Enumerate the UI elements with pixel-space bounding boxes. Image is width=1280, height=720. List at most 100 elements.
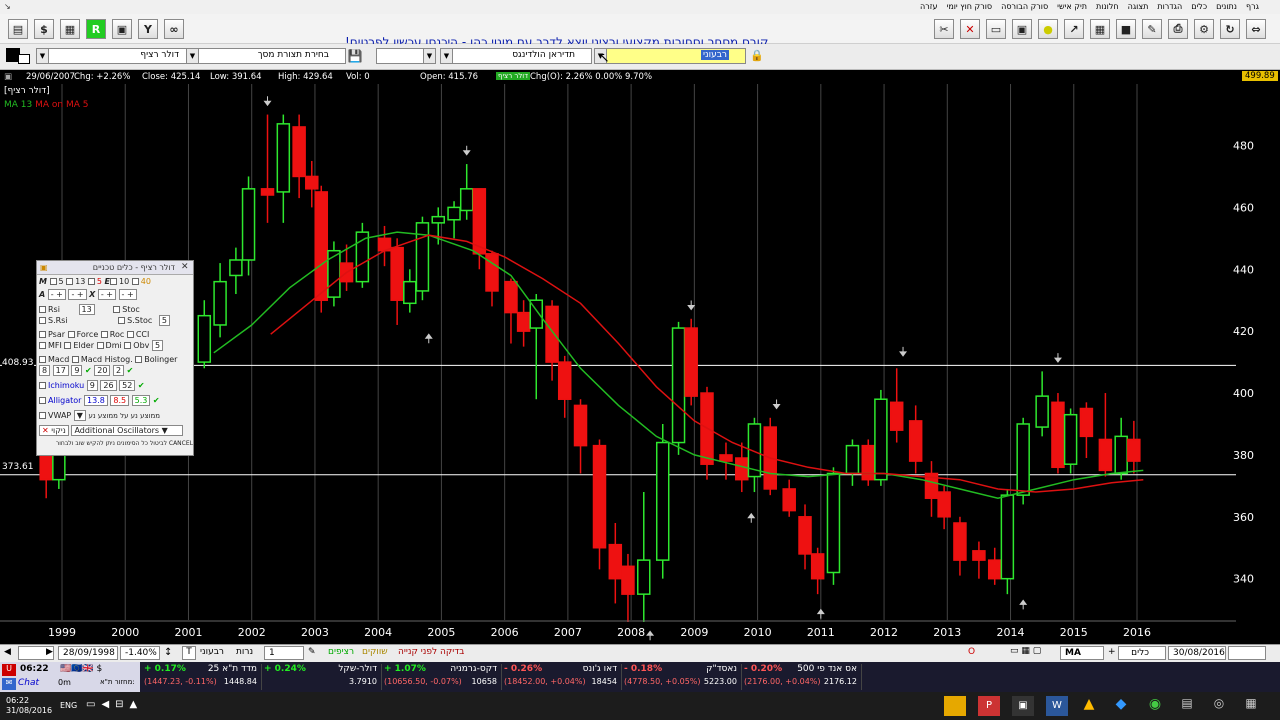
color-swatch-bg-icon[interactable] xyxy=(18,54,30,64)
date-from-select[interactable]: 28/09/1998 xyxy=(58,646,118,660)
drive-icon[interactable]: ▲ xyxy=(1078,696,1100,716)
bolinger-checkbox[interactable] xyxy=(135,356,143,363)
stepper-4[interactable]: - + xyxy=(118,289,137,300)
num-select[interactable]: 1 xyxy=(264,646,304,660)
menu-item-5[interactable]: חלונות xyxy=(1096,2,1119,14)
elder-checkbox[interactable] xyxy=(64,342,72,349)
ticker-item[interactable]: + 0.17% מדד ת"א 25 (1447.23, -0.11%) 1448.8… xyxy=(142,664,262,690)
stepper-2[interactable]: - + xyxy=(68,289,87,300)
lightbulb-icon[interactable]: ● xyxy=(1038,19,1058,39)
menu-item-6[interactable]: תיק אישי xyxy=(1057,2,1087,14)
lang-indicator[interactable]: ENG xyxy=(60,701,77,710)
macd-slow-input[interactable]: 17 xyxy=(52,365,69,376)
vwap-checkbox[interactable] xyxy=(39,412,46,419)
r-icon[interactable]: R xyxy=(86,19,106,39)
alligator-v1-input[interactable]: 13.8 xyxy=(84,395,108,406)
app-icon-2[interactable]: ▤ xyxy=(1176,696,1198,716)
lock-icon[interactable]: 🔒 xyxy=(750,49,764,62)
ticker-item[interactable]: - 0.20% אס אנד פי 500 (2176.00, +0.04%) 217… xyxy=(742,664,862,690)
terminal-icon[interactable]: ▣ xyxy=(1012,696,1034,716)
edit-icon[interactable]: ✎ xyxy=(1142,19,1162,39)
ma2-value[interactable]: 13 xyxy=(75,277,85,286)
stoc-input[interactable]: 5 xyxy=(158,315,170,326)
ticker-item[interactable]: + 0.24% דולר-שקל 3.7910 xyxy=(262,664,382,690)
ticker-item[interactable]: + 1.07% דקס-גרמניה (10656.50, -0.07%) 10658 xyxy=(382,664,502,690)
menu-item-1[interactable]: נתונים xyxy=(1216,2,1237,14)
stoc-checkbox[interactable] xyxy=(113,306,121,313)
oscillators-select[interactable]: Additional Oscillators ▼ xyxy=(71,425,184,436)
boll-apply-icon[interactable]: ✔ xyxy=(127,366,134,375)
powerpoint-icon[interactable]: P xyxy=(978,696,1000,716)
candles-label[interactable]: נרות xyxy=(236,647,253,657)
period-label[interactable]: רבעוני xyxy=(200,647,224,657)
alligator-checkbox[interactable] xyxy=(39,397,46,404)
ichimoku-v3-input[interactable]: 52 xyxy=(119,380,136,391)
e2-value[interactable]: 40 xyxy=(141,277,151,286)
tab-precheck[interactable]: בדיקה לפני קנייה xyxy=(398,647,464,657)
currency-select[interactable]: ▼ דולר רציף xyxy=(36,48,196,64)
pct-input[interactable]: -1.40% xyxy=(120,646,160,660)
close-icon[interactable]: ✕ xyxy=(960,19,980,39)
tray-icons[interactable]: ▭◀⊟▲ xyxy=(86,699,143,710)
macd-checkbox[interactable] xyxy=(39,356,46,363)
flags-icon[interactable]: 🇺🇸🇪🇺🇬🇧 $ xyxy=(60,664,102,674)
ichimoku-apply-icon[interactable]: ✔ xyxy=(138,381,145,390)
chart-icon[interactable]: ↗ xyxy=(1064,19,1084,39)
tools-select[interactable]: כלים xyxy=(1118,646,1166,660)
zoom-plus-icon[interactable]: + xyxy=(1108,647,1116,657)
infinity-icon[interactable]: ∞ xyxy=(164,19,184,39)
stepper-3[interactable]: - + xyxy=(97,289,116,300)
monitor-icon[interactable]: ▣ xyxy=(1012,19,1032,39)
macd-hist-checkbox[interactable] xyxy=(71,356,79,363)
tools-icon[interactable]: ✂ xyxy=(934,19,954,39)
e1-checkbox[interactable] xyxy=(110,278,117,285)
ichimoku-v2-input[interactable]: 26 xyxy=(100,380,117,391)
screen-config-select[interactable]: ▼ בחירת תצורת מסך xyxy=(186,48,346,64)
cci-checkbox[interactable] xyxy=(126,331,134,338)
window-icon[interactable]: ▭ xyxy=(986,19,1006,39)
dollar-icon[interactable]: $ xyxy=(34,19,54,39)
instrument-select[interactable]: ▼ תדיראן הולדינגס xyxy=(440,48,592,64)
scroll-left-icon[interactable]: ◀ xyxy=(4,647,16,659)
ticker-item[interactable]: - 0.26% דאו ג'ונס (18452.00, +0.04%) 18454 xyxy=(502,664,622,690)
tab-markets[interactable]: שווקים xyxy=(362,647,388,657)
save-icon[interactable]: 💾 xyxy=(346,49,364,65)
refresh-icon[interactable]: ↻ xyxy=(1220,19,1240,39)
pencil-icon[interactable]: ✎ xyxy=(308,647,316,657)
scroll-right-icon[interactable]: ▶ xyxy=(46,647,53,657)
settings-icon[interactable]: ⚙ xyxy=(1194,19,1214,39)
chat-label[interactable]: Chat xyxy=(18,678,39,688)
vwap-select[interactable]: ▼ xyxy=(73,410,86,421)
ma2-checkbox[interactable] xyxy=(66,278,74,285)
macd-fast-input[interactable]: 8 xyxy=(39,365,51,376)
panel-close-icon[interactable]: ✕ xyxy=(181,262,189,272)
blank-select[interactable]: ▼ xyxy=(376,48,436,64)
menu-item-4[interactable]: תצוגה xyxy=(1128,2,1149,14)
e1-value[interactable]: 10 xyxy=(119,277,129,286)
explorer-icon[interactable] xyxy=(944,696,966,716)
date-to-select[interactable]: 30/08/2016 xyxy=(1168,646,1226,660)
tab-continuous[interactable]: רציפים xyxy=(328,647,354,657)
mfi-checkbox[interactable] xyxy=(39,342,46,349)
cci-input[interactable]: 5 xyxy=(151,340,164,351)
word-icon[interactable]: W xyxy=(1046,696,1068,716)
alligator-v2-input[interactable]: 8.5 xyxy=(110,395,130,406)
roc-checkbox[interactable] xyxy=(100,331,108,338)
ma3-value[interactable]: 5 xyxy=(97,277,102,286)
app-icon-4[interactable]: ▦ xyxy=(1240,696,1262,716)
alligator-apply-icon[interactable]: ✔ xyxy=(153,396,160,405)
ichimoku-v1-input[interactable]: 9 xyxy=(86,380,98,391)
print-icon[interactable]: ⎙ xyxy=(1168,19,1188,39)
e2-checkbox[interactable] xyxy=(131,278,139,285)
ma1-value[interactable]: 5 xyxy=(59,277,64,286)
updown-icon[interactable]: ↕ xyxy=(164,647,172,658)
macd-apply-icon[interactable]: ✔ xyxy=(85,366,92,375)
briefcase-icon[interactable]: ▣ xyxy=(112,19,132,39)
obv-checkbox[interactable] xyxy=(124,342,132,349)
menu-item-3[interactable]: הגדרות xyxy=(1157,2,1182,14)
t-button[interactable]: T xyxy=(182,646,196,660)
grid-icon[interactable]: ▦ xyxy=(1090,19,1110,39)
sstoc-checkbox[interactable] xyxy=(118,317,126,324)
force-checkbox[interactable] xyxy=(67,331,75,338)
o-icon[interactable]: O xyxy=(968,647,975,657)
